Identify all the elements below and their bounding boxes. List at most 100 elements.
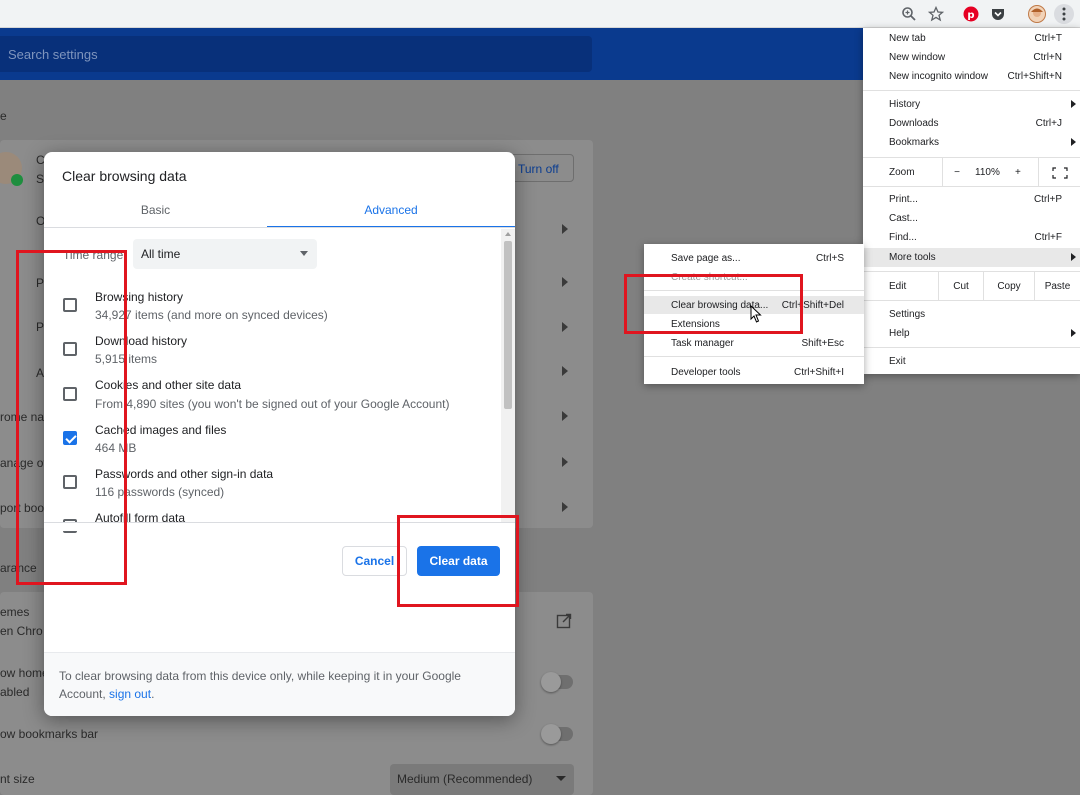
- search-settings-input[interactable]: Search settings: [0, 36, 592, 72]
- time-range-value: All time: [141, 247, 181, 261]
- submenu-item-shortcut: Ctrl+Shift+I: [793, 367, 844, 378]
- bg-label: rome na: [0, 410, 45, 424]
- menu-separator: [863, 186, 1080, 187]
- cut-button[interactable]: Cut: [938, 272, 983, 300]
- bg-label: P: [36, 320, 45, 334]
- chevron-right-icon[interactable]: [562, 411, 568, 421]
- checkbox-download-history[interactable]: [63, 342, 77, 356]
- bg-label: P: [36, 276, 45, 290]
- open-external-icon[interactable]: [556, 613, 572, 634]
- cancel-button[interactable]: Cancel: [342, 546, 407, 576]
- option-subtitle: From 4,890 sites (you won't be signed ou…: [95, 397, 450, 411]
- checkbox-cached-images[interactable]: [63, 431, 77, 445]
- fullscreen-button[interactable]: [1038, 158, 1080, 186]
- tab-advanced[interactable]: Advanced: [267, 194, 515, 228]
- option-subtitle: 34,927 items (and more on synced devices…: [95, 308, 328, 322]
- bg-label: A: [36, 366, 45, 380]
- submenu-item-shortcut: Ctrl+S: [815, 253, 844, 264]
- menu-item-new-window[interactable]: New window Ctrl+N: [863, 48, 1080, 67]
- menu-item-new-incognito-window[interactable]: New incognito window Ctrl+Shift+N: [863, 67, 1080, 86]
- show-home-toggle[interactable]: [541, 672, 573, 692]
- submenu-item-label: Developer tools: [671, 367, 741, 378]
- option-title: Download history: [95, 334, 188, 348]
- zoom-row: Zoom − 110% +: [863, 158, 1080, 186]
- chevron-right-icon[interactable]: [562, 277, 568, 287]
- menu-item-help[interactable]: Help: [863, 324, 1080, 343]
- chevron-right-icon[interactable]: [562, 457, 568, 467]
- submenu-item-create-shortcut[interactable]: Create shortcut...: [644, 268, 864, 286]
- submenu-item-label: Save page as...: [671, 253, 741, 264]
- submenu-item-save-page[interactable]: Save page as... Ctrl+S: [644, 249, 864, 267]
- submenu-item-developer-tools[interactable]: Developer tools Ctrl+Shift+I: [644, 363, 864, 381]
- submenu-item-shortcut: Ctrl+Shift+Del: [781, 300, 844, 311]
- bg-label: ow home: [0, 666, 49, 680]
- menu-item-cast[interactable]: Cast...: [863, 209, 1080, 228]
- submenu-arrow-icon: [1071, 329, 1076, 337]
- menu-item-shortcut: Ctrl+J: [1035, 118, 1062, 129]
- bookmarks-bar-toggle[interactable]: [541, 724, 573, 744]
- menu-item-exit[interactable]: Exit: [863, 352, 1080, 371]
- clear-browsing-data-dialog: Clear browsing data Basic Advanced Time …: [44, 152, 515, 716]
- menu-item-label: Find...: [889, 232, 917, 243]
- menu-item-bookmarks[interactable]: Bookmarks: [863, 133, 1080, 152]
- menu-item-shortcut: Ctrl+F: [1034, 232, 1063, 243]
- turn-off-sync-button[interactable]: Turn off: [510, 154, 574, 182]
- menu-separator: [863, 347, 1080, 348]
- checkbox-passwords[interactable]: [63, 475, 77, 489]
- svg-text:p: p: [967, 10, 974, 21]
- pinterest-icon[interactable]: p: [961, 4, 981, 24]
- menu-item-more-tools[interactable]: More tools: [863, 248, 1080, 267]
- menu-item-new-tab[interactable]: New tab Ctrl+T: [863, 29, 1080, 48]
- chevron-right-icon[interactable]: [562, 322, 568, 332]
- menu-item-settings[interactable]: Settings: [863, 305, 1080, 324]
- scroll-up-arrow-icon[interactable]: [505, 232, 511, 236]
- chevron-right-icon[interactable]: [562, 224, 568, 234]
- menu-item-downloads[interactable]: Downloads Ctrl+J: [863, 114, 1080, 133]
- menu-item-label: New incognito window: [889, 71, 988, 82]
- checkbox-cookies[interactable]: [63, 387, 77, 401]
- menu-item-find[interactable]: Find... Ctrl+F: [863, 228, 1080, 247]
- menu-item-history[interactable]: History: [863, 95, 1080, 114]
- zoom-out-button[interactable]: −: [942, 158, 971, 186]
- zoom-icon[interactable]: [899, 4, 919, 24]
- submenu-arrow-icon: [1071, 138, 1076, 146]
- menu-item-label: New window: [889, 52, 946, 63]
- time-range-select[interactable]: All time: [133, 239, 317, 269]
- submenu-item-task-manager[interactable]: Task manager Shift+Esc: [644, 334, 864, 352]
- font-size-value: Medium (Recommended): [397, 772, 533, 786]
- submenu-item-label: Extensions: [671, 319, 720, 330]
- bg-label: nt size: [0, 772, 35, 786]
- menu-separator: [644, 356, 864, 357]
- bookmark-star-icon[interactable]: [926, 4, 946, 24]
- option-title: Cached images and files: [95, 423, 227, 437]
- dropdown-caret-icon: [300, 251, 308, 256]
- zoom-in-button[interactable]: +: [1015, 167, 1021, 178]
- dialog-footer: To clear browsing data from this device …: [44, 652, 515, 716]
- menu-item-print[interactable]: Print... Ctrl+P: [863, 190, 1080, 209]
- menu-separator: [863, 300, 1080, 301]
- chevron-right-icon[interactable]: [562, 502, 568, 512]
- edit-row: Edit Cut Copy Paste: [863, 272, 1080, 300]
- chevron-right-icon[interactable]: [562, 366, 568, 376]
- profile-avatar-icon[interactable]: [1027, 4, 1047, 24]
- footer-end: .: [151, 687, 155, 701]
- options-scrollbar[interactable]: [501, 229, 515, 522]
- paste-button[interactable]: Paste: [1034, 272, 1080, 300]
- menu-item-label: History: [889, 99, 921, 110]
- edit-label: Edit: [889, 281, 907, 292]
- sign-out-link[interactable]: sign out: [109, 687, 151, 701]
- copy-button[interactable]: Copy: [983, 272, 1034, 300]
- submenu-arrow-icon: [1071, 253, 1076, 261]
- scrollbar-thumb[interactable]: [504, 241, 512, 409]
- menu-item-shortcut: Ctrl+Shift+N: [1007, 71, 1062, 82]
- time-range-label: Time range: [63, 248, 124, 262]
- tab-basic[interactable]: Basic: [44, 194, 267, 228]
- more-menu-icon[interactable]: [1054, 4, 1074, 24]
- clear-data-button[interactable]: Clear data: [417, 546, 500, 576]
- browser-toolbar: p: [0, 0, 1080, 28]
- list-mask: [44, 523, 501, 531]
- font-size-select[interactable]: Medium (Recommended): [390, 764, 574, 795]
- checkbox-browsing-history[interactable]: [63, 298, 77, 312]
- pocket-icon[interactable]: [988, 4, 1008, 24]
- appearance-heading: arance: [0, 561, 37, 575]
